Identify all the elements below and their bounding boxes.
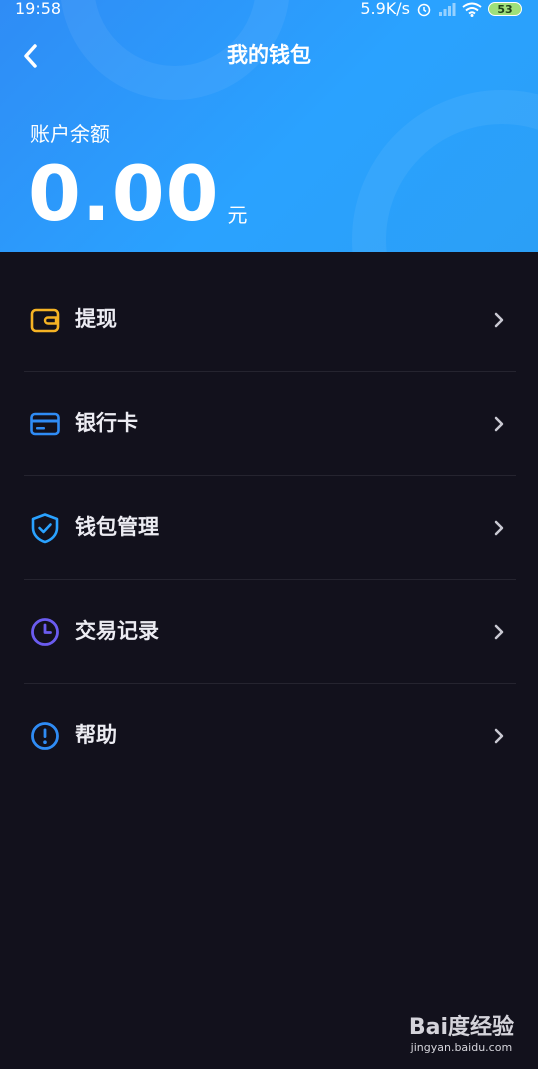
- bank-card-icon: [30, 412, 60, 436]
- wifi-icon: [462, 2, 482, 17]
- menu-item-transaction-history[interactable]: 交易记录: [0, 580, 538, 684]
- menu-item-label: 帮助: [75, 723, 117, 747]
- status-indicators: 5.9K/s 53: [360, 0, 522, 18]
- chevron-right-icon: [494, 312, 504, 328]
- balance-unit: 元: [227, 203, 248, 227]
- decorative-ring: [352, 90, 538, 252]
- menu-item-label: 交易记录: [75, 619, 159, 643]
- watermark-logo: Bai度经验: [408, 1015, 514, 1040]
- menu-item-withdraw[interactable]: 提现: [0, 268, 538, 372]
- menu-item-label: 银行卡: [75, 411, 138, 435]
- chevron-right-icon: [494, 520, 504, 536]
- menu-item-bank-card[interactable]: 银行卡: [0, 372, 538, 476]
- network-speed: 5.9K/s: [360, 0, 410, 18]
- chevron-right-icon: [494, 624, 504, 640]
- wallet-header: 19:58 5.9K/s 53 我的钱包 账户余额 0.00 元: [0, 0, 538, 252]
- shield-check-icon: [31, 513, 59, 544]
- balance-display: 0.00 元: [28, 149, 248, 238]
- battery-indicator: 53: [488, 2, 522, 16]
- wallet-menu: 提现 银行卡 钱包管理 交易记录 帮助: [0, 268, 538, 788]
- info-icon: [31, 722, 59, 750]
- status-bar: 19:58 5.9K/s 53: [0, 0, 538, 20]
- chevron-right-icon: [494, 728, 504, 744]
- balance-label: 账户余额: [30, 122, 110, 146]
- alarm-icon: [417, 3, 431, 17]
- balance-amount: 0.00: [28, 149, 220, 238]
- menu-item-label: 提现: [75, 307, 117, 331]
- signal-icon: [439, 3, 456, 16]
- wallet-icon: [30, 308, 60, 333]
- chevron-right-icon: [494, 416, 504, 432]
- menu-item-wallet-management[interactable]: 钱包管理: [0, 476, 538, 580]
- watermark: Bai度经验 jingyan.baidu.com: [409, 1015, 514, 1055]
- menu-item-label: 钱包管理: [75, 515, 159, 539]
- status-time: 19:58: [15, 0, 62, 18]
- page-title: 我的钱包: [227, 43, 311, 67]
- watermark-url: jingyan.baidu.com: [410, 1041, 513, 1054]
- menu-item-help[interactable]: 帮助: [0, 684, 538, 788]
- clock-icon: [31, 618, 59, 646]
